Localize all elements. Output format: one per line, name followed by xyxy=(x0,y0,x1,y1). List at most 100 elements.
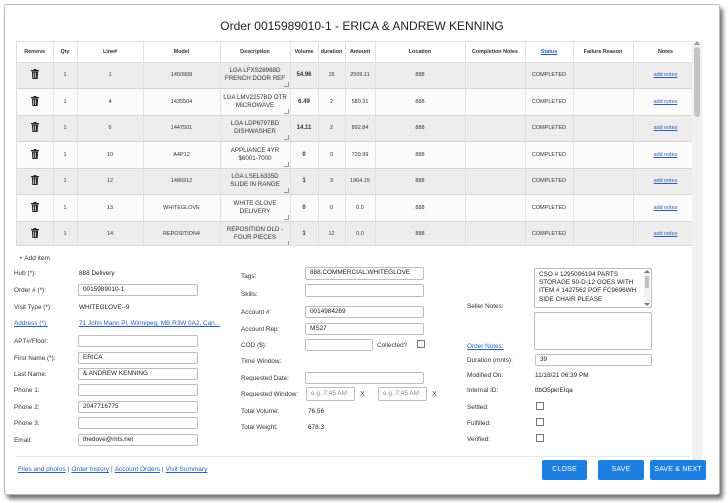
address-value-link[interactable]: 71 John Mann Pl, Winnipeg, MB R3W 0A2, C… xyxy=(79,320,224,327)
visit-summary-link[interactable]: Visit Summary xyxy=(166,466,208,473)
description-cell[interactable]: LGA LSEL6335D SLIDE IN RANGE xyxy=(220,168,291,195)
add-notes-link[interactable]: add notes xyxy=(654,205,678,211)
resize-grip-icon[interactable] xyxy=(283,214,289,220)
add-notes-link[interactable]: add notes xyxy=(654,231,678,237)
window-start-input[interactable]: e.g. 7:45 AM xyxy=(306,387,355,401)
collected-checkbox[interactable] xyxy=(417,340,425,348)
order-dialog: Order 0015989010-1 - ERICA & ANDREW KENN… xyxy=(4,4,720,495)
close-button[interactable]: CLOSE xyxy=(542,460,587,480)
model-cell: 1450908 xyxy=(143,62,221,89)
seller-notes-scroll-down-icon[interactable] xyxy=(644,303,650,306)
account-rep-input[interactable]: MS27 xyxy=(305,323,424,335)
settled-checkbox[interactable] xyxy=(536,402,544,410)
add-notes-link[interactable]: add notes xyxy=(654,152,678,158)
resize-grip-icon[interactable] xyxy=(283,188,289,193)
fulfilled-label: Fulfilled: xyxy=(467,420,491,427)
add-item-link[interactable]: + Add item xyxy=(19,255,50,262)
scroll-up-icon[interactable] xyxy=(694,41,700,45)
model-cell: A4P12 xyxy=(143,141,221,169)
description-line: LGA LDP6797BD xyxy=(230,120,280,128)
resize-grip-icon[interactable] xyxy=(283,135,289,140)
window-end-input[interactable]: e.g. 7:45 AM xyxy=(378,387,427,401)
description-cell[interactable]: LGA LMV2257BD OTR MICROWAVE xyxy=(220,88,291,116)
seller-notes-textarea[interactable]: CSO # 1295006194 PARTS STORAGE 50-D-12 G… xyxy=(534,268,652,308)
order-notes-link[interactable]: Order Notes: xyxy=(467,343,504,350)
trash-icon[interactable] xyxy=(30,201,39,212)
description-line: SLIDE IN RANGE xyxy=(230,181,280,189)
description-cell[interactable]: REPOSITION OLD - FOUR PIECES xyxy=(220,221,291,245)
dialog-scrollbar[interactable] xyxy=(692,41,702,465)
trash-icon[interactable] xyxy=(30,148,39,159)
resize-grip-icon[interactable] xyxy=(283,108,289,114)
order-number-label: Order # (*): xyxy=(14,287,46,294)
order-history-link[interactable]: Order history xyxy=(71,466,109,473)
footer-separator: | xyxy=(110,466,113,473)
skills-input[interactable] xyxy=(305,284,424,297)
resize-grip-icon[interactable] xyxy=(284,241,289,245)
failure-reason-cell xyxy=(573,221,634,245)
seller-notes-line: SIDE CHAIR PLEASE xyxy=(539,295,603,303)
phone2-input[interactable]: 2047716775 xyxy=(78,401,198,413)
apt-floor-input[interactable] xyxy=(78,335,198,347)
status-cell: COMPLETED xyxy=(525,88,574,116)
add-notes-link[interactable]: add notes xyxy=(654,125,678,131)
account-orders-link[interactable]: Account Orders xyxy=(115,466,160,473)
resize-grip-icon[interactable] xyxy=(283,161,289,167)
duration-cell: 0 xyxy=(318,141,346,169)
address-link[interactable]: Address (*): xyxy=(14,320,48,327)
order-notes-textarea[interactable] xyxy=(534,312,652,350)
add-notes-link[interactable]: add notes xyxy=(654,178,678,184)
account-number-label: Account #: xyxy=(241,309,272,316)
completion-notes-cell xyxy=(465,194,526,222)
order-number-input[interactable]: 0015989010-1 xyxy=(78,284,198,296)
description-cell[interactable]: LGA LFXS28968D FRENCH DOOR REF xyxy=(220,62,291,89)
resize-grip-icon[interactable] xyxy=(283,82,289,87)
visit-type-label: Visit Type (*): xyxy=(14,304,52,311)
seller-notes-scroll-thumb[interactable] xyxy=(645,276,649,288)
files-and-photos-link[interactable]: Files and photos xyxy=(18,466,66,473)
email-input[interactable]: thedove@mts.net xyxy=(78,434,198,446)
save-and-next-button[interactable]: SAVE & NEXT xyxy=(650,460,706,480)
dialog-title: Order 0015989010-1 - ERICA & ANDREW KENN… xyxy=(220,19,504,33)
fulfilled-checkbox[interactable] xyxy=(536,418,544,426)
trash-icon[interactable] xyxy=(30,175,39,186)
description-cell[interactable]: LGA LDP6797BD DISHWASHER xyxy=(220,115,291,142)
seller-notes-scrollbar[interactable] xyxy=(644,270,650,306)
remove-cell xyxy=(17,62,54,89)
internal-id-label: Internal ID: xyxy=(467,387,499,394)
first-name-input[interactable]: ERICA xyxy=(78,352,198,364)
clear-window-start-icon[interactable]: X xyxy=(360,391,365,398)
scroll-thumb[interactable] xyxy=(694,47,700,117)
add-notes-link[interactable]: add notes xyxy=(654,99,678,105)
tags-input[interactable]: 888,COMMERCIAL,WHITEGLOVE xyxy=(305,267,424,280)
clear-window-end-icon[interactable]: X xyxy=(432,391,437,398)
completion-notes-cell xyxy=(465,88,526,116)
phone1-input[interactable] xyxy=(78,384,198,396)
trash-icon[interactable] xyxy=(30,95,39,106)
description-cell[interactable]: WHITE GLOVE DELIVERY xyxy=(220,194,291,222)
description-line: APPLIANCE 4YR xyxy=(230,146,280,154)
account-number-input[interactable]: 0014984269 xyxy=(305,306,424,318)
cod-input[interactable] xyxy=(305,339,373,351)
trash-icon[interactable] xyxy=(30,228,39,239)
status-cell: COMPLETED xyxy=(525,194,574,222)
notes-cell: add notes xyxy=(633,141,696,169)
requested-date-input[interactable] xyxy=(305,372,424,384)
col-status-sort[interactable]: Status xyxy=(525,42,574,63)
add-notes-link[interactable]: add notes xyxy=(654,72,678,78)
trash-icon[interactable] xyxy=(30,69,39,80)
duration-input[interactable]: 39 xyxy=(535,354,652,366)
verified-checkbox[interactable] xyxy=(536,434,544,442)
phone3-input[interactable] xyxy=(78,417,198,429)
last-name-input[interactable]: & ANDREW KENNING xyxy=(78,368,198,380)
table-row: 1 12 1486912 LGA LSEL6335D SLIDE IN RANGE 1 3 1… xyxy=(17,168,696,195)
col-location: Location xyxy=(375,42,466,63)
model-cell: WHITEGLOVE xyxy=(143,194,221,222)
description-cell[interactable]: APPLIANCE 4YR $6001-7000 xyxy=(220,141,291,169)
save-button[interactable]: SAVE xyxy=(598,460,644,480)
seller-notes-scroll-up-icon[interactable] xyxy=(644,270,650,273)
cod-label: COD ($): xyxy=(241,342,267,349)
total-weight-label: Total Weight: xyxy=(241,424,278,431)
trash-icon[interactable] xyxy=(30,122,39,133)
hub-value: 888 Delivery xyxy=(79,270,115,277)
